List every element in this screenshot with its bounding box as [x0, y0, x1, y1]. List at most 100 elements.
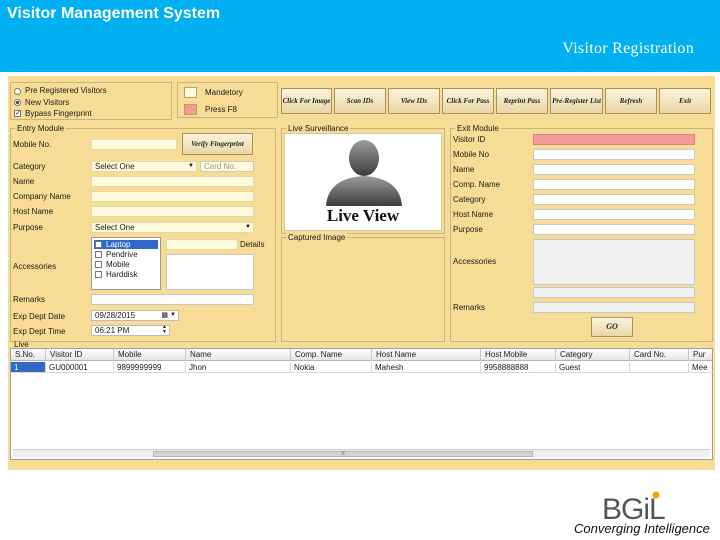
- click-for-image-button[interactable]: Click For Image: [281, 88, 332, 114]
- category-select[interactable]: Select One ▼: [91, 161, 197, 172]
- column-header[interactable]: Visitor ID: [46, 349, 114, 361]
- name-field[interactable]: [91, 176, 254, 187]
- exit-mobile-field: [533, 149, 695, 160]
- click-for-pass-button[interactable]: Click For Pass: [442, 88, 494, 114]
- accessory-checkbox[interactable]: [95, 241, 102, 248]
- column-header[interactable]: Card No.: [630, 349, 689, 361]
- table-cell[interactable]: Mee: [689, 362, 714, 373]
- card-no-field[interactable]: Card No.: [200, 161, 254, 172]
- accessory-item[interactable]: Pendrive: [94, 250, 158, 259]
- remarks-label: Remarks: [13, 295, 46, 304]
- table-cell[interactable]: Guest: [556, 362, 630, 373]
- exit-module: Exit Module Visitor ID Mobile No Name Co…: [450, 124, 713, 342]
- exit-mobile-label: Mobile No: [453, 150, 490, 159]
- exit-host-label: Host Name: [453, 210, 494, 219]
- column-header[interactable]: Host Name: [372, 349, 481, 361]
- table-cell[interactable]: 9899999999: [114, 362, 186, 373]
- exit-button[interactable]: Exit: [659, 88, 711, 114]
- exp-dept-time-picker[interactable]: 06:21 PM ▲ ▼: [91, 325, 170, 336]
- host-name-field[interactable]: [91, 206, 254, 217]
- radio-pre-registered[interactable]: [14, 88, 21, 95]
- entry-module: Entry Module Mobile No. Verify Fingerpri…: [10, 124, 276, 342]
- column-header[interactable]: Category: [556, 349, 630, 361]
- purpose-select[interactable]: Select One ▼: [91, 222, 254, 233]
- radio-new-visitors-label: New Visitors: [25, 98, 70, 107]
- live-visitors-table: S.No. Visitor ID Mobile Name Comp. Name …: [10, 348, 714, 460]
- accessory-checkbox[interactable]: [95, 251, 102, 258]
- accessory-checkbox[interactable]: [95, 261, 102, 268]
- details-label: Details: [240, 240, 265, 249]
- accessory-label: Mobile: [106, 260, 130, 269]
- bypass-fingerprint-checkbox[interactable]: ✓: [14, 110, 21, 117]
- mandatory-swatch: [184, 87, 197, 98]
- accessories-list[interactable]: Laptop Pendrive Mobile Harddisk: [91, 237, 161, 290]
- table-cell[interactable]: Nokia: [291, 362, 372, 373]
- exit-purpose-label: Purpose: [453, 225, 483, 234]
- column-header[interactable]: S.No.: [11, 349, 46, 361]
- pre-register-list-button[interactable]: Pre-Register List: [550, 88, 603, 114]
- reprint-pass-button[interactable]: Reprint Pass: [496, 88, 548, 114]
- live-view-label: Live View: [326, 206, 400, 225]
- go-button[interactable]: GO: [591, 317, 633, 337]
- title-banner: Visitor Management System Visitor Regist…: [0, 0, 720, 72]
- scan-ids-button[interactable]: Scan IDs: [334, 88, 386, 114]
- table-cell[interactable]: 9958888888: [481, 362, 556, 373]
- view-ids-button[interactable]: View IDs: [388, 88, 440, 114]
- accessory-detail-field[interactable]: [166, 239, 238, 250]
- column-header[interactable]: Mobile: [114, 349, 186, 361]
- accessory-label: Harddisk: [106, 270, 138, 279]
- exit-visitor-id-label: Visitor ID: [453, 135, 486, 144]
- column-header[interactable]: Pur: [689, 349, 714, 361]
- exp-dept-date-picker[interactable]: 09/28/2015 ▦ ▼: [91, 310, 179, 321]
- details-textarea[interactable]: [166, 254, 254, 290]
- live-surveillance-title: Live Surveillance: [286, 124, 351, 133]
- exp-dept-date-value: 09/28/2015: [95, 311, 136, 320]
- table-cell[interactable]: GU000001: [46, 362, 114, 373]
- bgil-logo-graphic: BGiL Converging Intelligence: [574, 491, 710, 536]
- exit-name-field: [533, 164, 695, 175]
- column-header[interactable]: Name: [186, 349, 291, 361]
- exit-accessories-label: Accessories: [453, 257, 497, 266]
- name-label: Name: [13, 177, 35, 186]
- column-header[interactable]: Comp. Name: [291, 349, 372, 361]
- table-header: S.No. Visitor ID Mobile Name Comp. Name …: [11, 349, 712, 361]
- exit-host-field: [533, 209, 695, 220]
- remarks-field[interactable]: [91, 294, 254, 305]
- person-silhouette-icon: [326, 140, 402, 206]
- table-cell[interactable]: Jhon: [186, 362, 291, 373]
- horizontal-scrollbar[interactable]: ≡: [13, 449, 710, 457]
- accessory-item[interactable]: Laptop: [94, 240, 158, 249]
- column-header[interactable]: Host Mobile: [481, 349, 556, 361]
- company-name-field[interactable]: [91, 191, 254, 202]
- table-cell[interactable]: [630, 362, 689, 373]
- radio-pre-registered-label: Pre Registered Visitors: [25, 86, 107, 95]
- accessory-item[interactable]: Harddisk: [94, 270, 158, 279]
- slide: Visitor Management System Visitor Regist…: [0, 0, 720, 540]
- mobile-field[interactable]: [91, 139, 177, 150]
- exit-visitor-id-field[interactable]: [533, 134, 695, 145]
- company-name-label: Company Name: [13, 192, 71, 201]
- refresh-button[interactable]: Refresh: [605, 88, 657, 114]
- bypass-fingerprint-label: Bypass Fingerprint: [25, 109, 92, 118]
- chevron-down-icon: ▼: [188, 163, 194, 169]
- scrollbar-thumb[interactable]: ≡: [153, 451, 533, 457]
- purpose-value: Select One: [95, 223, 135, 232]
- exit-company-field: [533, 179, 695, 190]
- calendar-icon[interactable]: ▦: [161, 311, 168, 320]
- category-label: Category: [13, 162, 46, 171]
- mandatory-label: Mandetory: [205, 88, 243, 97]
- live-surveillance-group: Live Surveillance Live View: [281, 124, 445, 234]
- accessory-item[interactable]: Mobile: [94, 260, 158, 269]
- exit-company-label: Comp. Name: [453, 180, 501, 189]
- table-row[interactable]: 1 GU000001 9899999999 Jhon Nokia Mahesh …: [11, 362, 714, 373]
- verify-fingerprint-button[interactable]: Verify Fingerprint: [182, 133, 253, 155]
- exit-module-title: Exit Module: [455, 124, 501, 133]
- table-cell[interactable]: Mahesh: [372, 362, 481, 373]
- accessory-checkbox[interactable]: [95, 271, 102, 278]
- spinner-icon[interactable]: ▲ ▼: [162, 325, 167, 335]
- legend-group: Mandetory Press F8: [177, 82, 278, 118]
- exit-name-label: Name: [453, 165, 475, 174]
- press-f8-swatch: [184, 104, 197, 115]
- table-cell[interactable]: 1: [11, 362, 46, 373]
- radio-new-visitors[interactable]: [14, 99, 21, 106]
